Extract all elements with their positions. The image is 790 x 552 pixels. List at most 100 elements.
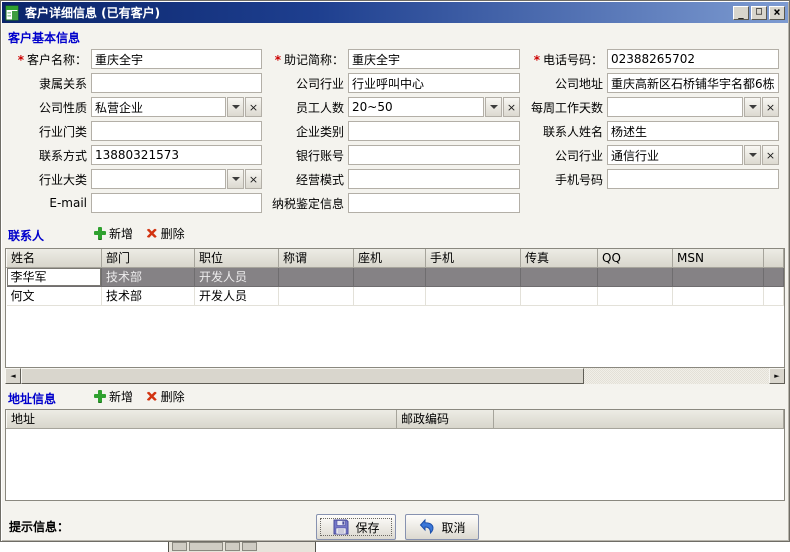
col-fax[interactable]: 传真 xyxy=(520,249,598,268)
scrollbar-thumb[interactable] xyxy=(21,368,584,384)
weekly-workdays-combo[interactable]: × xyxy=(607,97,779,117)
cell-mobile[interactable] xyxy=(425,286,521,306)
company-nature-value[interactable] xyxy=(91,97,226,117)
employee-count-label: 员工人数 xyxy=(295,100,344,115)
industry-major-value[interactable] xyxy=(91,169,226,189)
affiliation-label: 隶属关系 xyxy=(38,76,87,91)
background-window-button xyxy=(172,542,187,551)
cancel-undo-icon xyxy=(420,518,435,535)
clear-icon[interactable]: × xyxy=(762,145,779,165)
contact-row[interactable]: 何文 技术部 开发人员 xyxy=(6,286,784,306)
address-header-row: 地址 邮政编码 xyxy=(6,410,784,429)
affiliation-input[interactable] xyxy=(91,73,262,93)
col-qq[interactable]: QQ xyxy=(597,249,673,268)
col-msn[interactable]: MSN xyxy=(672,249,764,268)
address-add-button[interactable]: 新增 xyxy=(94,388,133,405)
contact-person-input[interactable] xyxy=(607,121,779,141)
company-nature-combo[interactable]: × xyxy=(91,97,262,117)
address-delete-button[interactable]: × 删除 xyxy=(145,388,185,405)
col-stub xyxy=(763,249,784,268)
dropdown-icon[interactable] xyxy=(485,97,502,117)
clear-icon[interactable]: × xyxy=(245,97,262,117)
col-department[interactable]: 部门 xyxy=(101,249,195,268)
maximize-button[interactable]: □ xyxy=(751,5,767,20)
cell-mobile[interactable] xyxy=(425,267,521,287)
clear-icon[interactable]: × xyxy=(245,169,262,189)
contacts-add-button[interactable]: 新增 xyxy=(94,225,133,242)
cell-fax[interactable] xyxy=(520,286,598,306)
col-position[interactable]: 职位 xyxy=(194,249,279,268)
enterprise-type-input[interactable] xyxy=(348,121,520,141)
col-postal-code[interactable]: 邮政编码 xyxy=(396,410,494,429)
contacts-section-title: 联系人 xyxy=(8,229,45,243)
email-input[interactable] xyxy=(91,193,262,213)
col-stub xyxy=(493,410,784,429)
phone-label: * 电话号码： xyxy=(533,52,603,67)
col-landline[interactable]: 座机 xyxy=(353,249,426,268)
scroll-right-icon[interactable]: ► xyxy=(769,368,785,384)
industry-major-combo[interactable]: × xyxy=(91,169,262,189)
col-address[interactable]: 地址 xyxy=(6,410,397,429)
titlebar[interactable]: 客户详细信息 (已有客户) _ □ × xyxy=(2,2,788,23)
scroll-left-icon[interactable]: ◄ xyxy=(5,368,21,384)
cell-name[interactable]: 何文 xyxy=(6,286,102,306)
cell-msn[interactable] xyxy=(672,267,764,287)
minimize-button[interactable]: _ xyxy=(733,5,749,20)
cell-fax[interactable] xyxy=(520,267,598,287)
cancel-button[interactable]: 取消 xyxy=(405,514,479,540)
cell-stub xyxy=(763,267,784,287)
contact-row-selected[interactable]: 李华军 技术部 开发人员 xyxy=(6,267,784,287)
mnemonic-input[interactable] xyxy=(348,49,520,69)
dropdown-icon[interactable] xyxy=(744,97,761,117)
bank-account-label: 银行账号 xyxy=(295,148,344,163)
cell-position[interactable]: 开发人员 xyxy=(194,267,279,287)
company-industry2-combo[interactable]: × xyxy=(607,145,779,165)
cell-name[interactable]: 李华军 xyxy=(6,267,102,287)
clear-icon[interactable]: × xyxy=(762,97,779,117)
industry-category-input[interactable] xyxy=(91,121,262,141)
scrollbar-track[interactable] xyxy=(584,368,769,384)
employee-count-combo[interactable]: × xyxy=(348,97,520,117)
address-section-title: 地址信息 xyxy=(8,392,57,406)
contacts-delete-button[interactable]: × 删除 xyxy=(145,225,185,242)
employee-count-value[interactable] xyxy=(348,97,484,117)
close-button[interactable]: × xyxy=(769,5,785,20)
bank-account-input[interactable] xyxy=(348,145,520,165)
address-grid: 地址 邮政编码 xyxy=(5,409,785,501)
contact-method-input[interactable] xyxy=(91,145,262,165)
contact-person-label: 联系人姓名 xyxy=(542,124,603,139)
cell-landline[interactable] xyxy=(353,267,426,287)
cell-salutation[interactable] xyxy=(278,267,354,287)
company-address-input[interactable] xyxy=(607,73,779,93)
contacts-horizontal-scrollbar[interactable]: ◄ ► xyxy=(5,368,785,384)
cell-salutation[interactable] xyxy=(278,286,354,306)
cell-landline[interactable] xyxy=(353,286,426,306)
clear-icon[interactable]: × xyxy=(503,97,520,117)
company-industry2-label: 公司行业 xyxy=(554,148,603,163)
weekly-workdays-value[interactable] xyxy=(607,97,743,117)
cell-position[interactable]: 开发人员 xyxy=(194,286,279,306)
dropdown-icon[interactable] xyxy=(227,97,244,117)
company-industry-input[interactable] xyxy=(348,73,520,93)
cell-qq[interactable] xyxy=(597,286,673,306)
background-window-button xyxy=(189,542,223,551)
business-model-input[interactable] xyxy=(348,169,520,189)
col-mobile[interactable]: 手机 xyxy=(425,249,521,268)
phone-input[interactable] xyxy=(607,49,779,69)
cell-msn[interactable] xyxy=(672,286,764,306)
dropdown-icon[interactable] xyxy=(744,145,761,165)
save-button[interactable]: 保存 xyxy=(316,514,396,540)
cell-qq[interactable] xyxy=(597,267,673,287)
col-salutation[interactable]: 称谓 xyxy=(278,249,354,268)
customer-name-input[interactable] xyxy=(91,49,262,69)
mobile-input[interactable] xyxy=(607,169,779,189)
required-marker: * xyxy=(274,52,281,67)
col-name[interactable]: 姓名 xyxy=(6,249,102,268)
cell-department[interactable]: 技术部 xyxy=(101,267,195,287)
tax-info-input[interactable] xyxy=(348,193,520,213)
hint-label: 提示信息： xyxy=(9,520,70,534)
cell-department[interactable]: 技术部 xyxy=(101,286,195,306)
dropdown-icon[interactable] xyxy=(227,169,244,189)
cell-stub xyxy=(763,286,784,306)
company-industry2-value[interactable] xyxy=(607,145,743,165)
